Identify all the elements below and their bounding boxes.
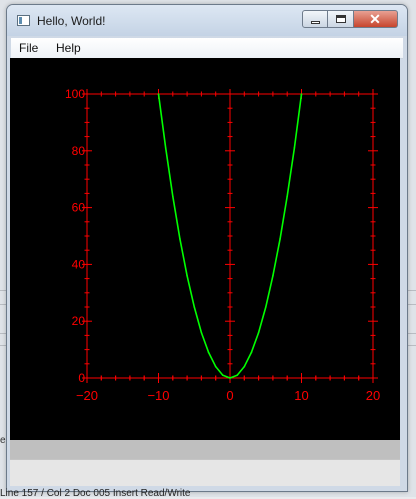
lower-panel [10,459,400,486]
series-point [257,331,260,334]
app-icon [17,15,30,26]
series-point [300,93,303,95]
series-point [179,238,181,240]
series-point [193,306,196,308]
x-tick-label: 10 [294,388,308,403]
menu-bar: File Help [11,38,403,59]
y-tick-label: 40 [72,257,86,271]
maximize-icon [336,15,346,23]
series-point [286,195,289,198]
series-point [264,306,267,308]
plot-svg: −20 −10 0 10 20 0 20 40 60 80 100 [65,87,380,403]
series-point [229,377,231,379]
minimize-button[interactable] [302,10,328,28]
series-point [164,147,167,149]
background-text-fragment: e [0,435,6,446]
menu-file[interactable]: File [19,41,38,55]
plot-canvas: −20 −10 0 10 20 0 20 40 60 80 100 [10,58,400,440]
title-bar[interactable]: Hello, World! ✕ [7,5,407,36]
series-point [222,374,224,376]
minimize-icon [311,21,320,24]
x-tick-label: −20 [76,388,98,403]
series-point [250,351,253,354]
y-tick-label: 20 [72,314,86,328]
series-point [200,331,203,334]
series-point [279,238,281,240]
x-tick-label: 20 [366,388,380,403]
series-point [293,147,296,149]
y-tick-label: 80 [72,144,86,158]
x-tick-label: −10 [147,388,169,403]
close-icon: ✕ [369,11,381,27]
series-point [207,351,210,354]
background-status-line: Line 157 / Col 2 Doc 005 Insert Read/Wri… [0,488,191,499]
series-point [236,374,238,376]
menu-help[interactable]: Help [56,41,81,55]
window-title: Hello, World! [37,14,106,28]
series-point [243,365,246,368]
maximize-button[interactable] [328,10,354,28]
close-button[interactable]: ✕ [354,10,398,28]
y-tick-label: 0 [78,371,85,385]
y-tick-label: 60 [72,201,86,215]
series-point [172,195,174,198]
x-tick-label: 0 [226,388,233,403]
series-point [272,274,274,277]
y-tick-label: 100 [65,87,85,101]
status-bar [10,440,400,459]
series-point [186,274,188,277]
series-point [214,365,217,368]
series-point [157,93,160,95]
